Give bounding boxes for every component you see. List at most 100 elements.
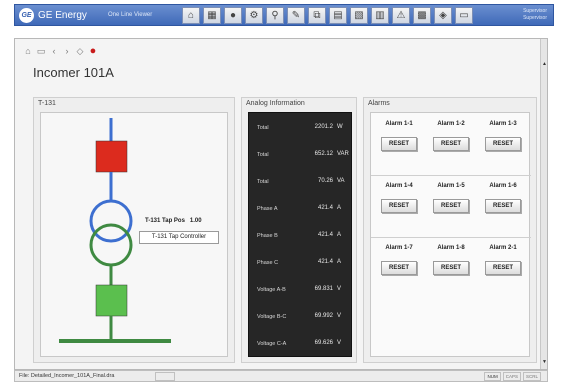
tabs-icon[interactable]: ⧉: [308, 7, 326, 24]
reset-button[interactable]: RESET: [381, 261, 417, 275]
alarm-icon[interactable]: ⚠: [392, 7, 410, 24]
app-title: GE Energy: [38, 10, 87, 21]
network-icon[interactable]: ⚙: [245, 7, 263, 24]
analog-row: Voltage B-C 69.992 V: [249, 312, 353, 324]
alarm-label: Alarm 2-1: [489, 245, 517, 251]
vertical-scrollbar[interactable]: ▲ ▼: [540, 39, 547, 369]
status-bar: File: Detailed_Incomer_101A_Final.dra NU…: [14, 370, 548, 382]
stop-icon[interactable]: ●: [88, 45, 98, 57]
analog-row: Total 2201.2 W: [249, 123, 353, 135]
app-subtitle: One Line Viewer: [108, 12, 153, 18]
alarm-grid: Alarm 1-1 RESET Alarm 1-2 RESET Alarm 1-3 RES…: [370, 112, 531, 357]
refresh-icon[interactable]: ◇: [75, 46, 85, 57]
scroll-down-arrow-icon[interactable]: ▼: [541, 359, 548, 367]
alarm-label: Alarm 1-8: [437, 245, 465, 251]
analog-value: 70.26: [317, 178, 333, 184]
scroll-up-arrow-icon[interactable]: ▲: [541, 61, 548, 69]
analog-unit: VA: [337, 178, 345, 184]
transformer-primary-winding[interactable]: [89, 199, 133, 243]
panel-label-t131: T-131: [38, 100, 56, 107]
alarm-cell: Alarm 1-4 RESET: [375, 183, 423, 213]
alarm-label: Alarm 1-6: [489, 183, 517, 189]
analog-information-panel: Analog Information Total 2201.2 W Total 652.…: [241, 97, 357, 363]
tap-position-value: 1.00: [189, 218, 202, 224]
keyboard-indicators: NUM CAPS SCRL: [484, 372, 541, 381]
analog-name: Total: [257, 152, 269, 158]
window-icon[interactable]: ▭: [36, 46, 46, 57]
analog-value: 421.4: [317, 205, 333, 211]
ge-logo-icon: GE: [19, 8, 34, 23]
indicator-num: NUM: [484, 372, 501, 381]
analog-name: Phase B: [257, 233, 278, 239]
reset-button[interactable]: RESET: [485, 199, 521, 213]
table-icon[interactable]: ▥: [371, 7, 389, 24]
analog-unit: V: [337, 286, 342, 292]
analog-unit: A: [337, 205, 342, 211]
user-info: Supervisor Supervisor: [523, 8, 547, 22]
home-icon[interactable]: ⌂: [182, 7, 200, 24]
circle-icon[interactable]: ●: [224, 7, 242, 24]
upper-breaker[interactable]: [95, 140, 128, 173]
alarm-group-divider: [371, 175, 531, 176]
alarm-cell: Alarm 1-7 RESET: [375, 245, 423, 275]
analog-readout-list: Total 2201.2 W Total 652.12 VAR Total 70.26 VA Ph…: [248, 112, 352, 357]
analog-name: Phase C: [257, 260, 279, 266]
alarm-cell: Alarm 1-8 RESET: [427, 245, 475, 275]
analog-unit: A: [337, 259, 342, 265]
alarm-label: Alarm 1-4: [385, 183, 413, 189]
tap-controller-button[interactable]: T-131 Tap Controller: [139, 231, 219, 244]
analog-name: Voltage C-A: [257, 341, 287, 347]
zoom-icon[interactable]: ⚲: [266, 7, 284, 24]
alarm-label: Alarm 1-3: [489, 121, 517, 127]
analog-row: Voltage C-A 69.626 V: [249, 339, 353, 351]
navigation-bar: ⌂ ▭ ‹ › ◇ ●: [23, 45, 98, 57]
reset-button[interactable]: RESET: [433, 261, 469, 275]
main-window: ⌂ ▭ ‹ › ◇ ● Incomer 101A T-131 T-131 Tap…: [14, 38, 548, 370]
alarm-label: Alarm 1-7: [385, 245, 413, 251]
monitor-icon[interactable]: ▭: [455, 7, 473, 24]
toolbar: ⌂ ▦ ● ⚙ ⚲ ✎ ⧉ ▤ ▧ ▥ ⚠ ▩ ◈ ▭: [182, 7, 473, 25]
analog-unit: VAR: [337, 151, 349, 157]
chart-icon[interactable]: ▤: [329, 7, 347, 24]
one-line-panel: T-131 T-131 Tap Pos 1.00 T-131 Tap Contr…: [33, 97, 235, 363]
reset-button[interactable]: RESET: [485, 137, 521, 151]
analog-row: Phase C 421.4 A: [249, 258, 353, 270]
panel-label-alarms: Alarms: [368, 100, 390, 107]
analog-row: Phase B 421.4 A: [249, 231, 353, 243]
reset-button[interactable]: RESET: [433, 137, 469, 151]
analog-unit: V: [337, 313, 342, 319]
home-icon[interactable]: ⌂: [23, 46, 33, 56]
panel-label-analog: Analog Information: [246, 100, 305, 107]
analog-unit: W: [337, 124, 343, 130]
lower-breaker[interactable]: [95, 284, 128, 317]
analog-name: Phase A: [257, 206, 278, 212]
reset-button[interactable]: RESET: [381, 199, 417, 213]
erase-icon[interactable]: ◈: [434, 7, 452, 24]
report-icon[interactable]: ▧: [350, 7, 368, 24]
analog-value: 69.626: [314, 340, 333, 346]
reset-button[interactable]: RESET: [433, 199, 469, 213]
tap-position-readout: T-131 Tap Pos 1.00: [145, 218, 202, 224]
alarm-cell: Alarm 1-3 RESET: [479, 121, 527, 151]
page-title: Incomer 101A: [33, 65, 114, 80]
stack-icon[interactable]: ▩: [413, 7, 431, 24]
transformer-secondary-winding[interactable]: [89, 223, 133, 267]
file-name-label: File: Detailed_Incomer_101A_Final.dra: [19, 373, 115, 379]
back-icon[interactable]: ‹: [49, 46, 59, 56]
one-line-diagram: T-131 Tap Pos 1.00 T-131 Tap Controller: [40, 112, 228, 357]
reset-button[interactable]: RESET: [485, 261, 521, 275]
analog-value: 69.992: [314, 313, 333, 319]
analog-name: Voltage B-C: [257, 314, 287, 320]
alarm-cell: Alarm 1-6 RESET: [479, 183, 527, 213]
alarms-panel: Alarms Alarm 1-1 RESET Alarm 1-2 RESET Alarm…: [363, 97, 537, 363]
reset-button[interactable]: RESET: [381, 137, 417, 151]
analog-row: Total 652.12 VAR: [249, 150, 353, 162]
analog-unit: V: [337, 340, 342, 346]
analog-value: 421.4: [317, 259, 333, 265]
forward-icon[interactable]: ›: [62, 46, 72, 56]
pencil-icon[interactable]: ✎: [287, 7, 305, 24]
analog-row: Voltage A-B 69.831 V: [249, 285, 353, 297]
alarm-cell: Alarm 2-1 RESET: [479, 245, 527, 275]
analog-row: Phase A 421.4 A: [249, 204, 353, 216]
grid-icon[interactable]: ▦: [203, 7, 221, 24]
